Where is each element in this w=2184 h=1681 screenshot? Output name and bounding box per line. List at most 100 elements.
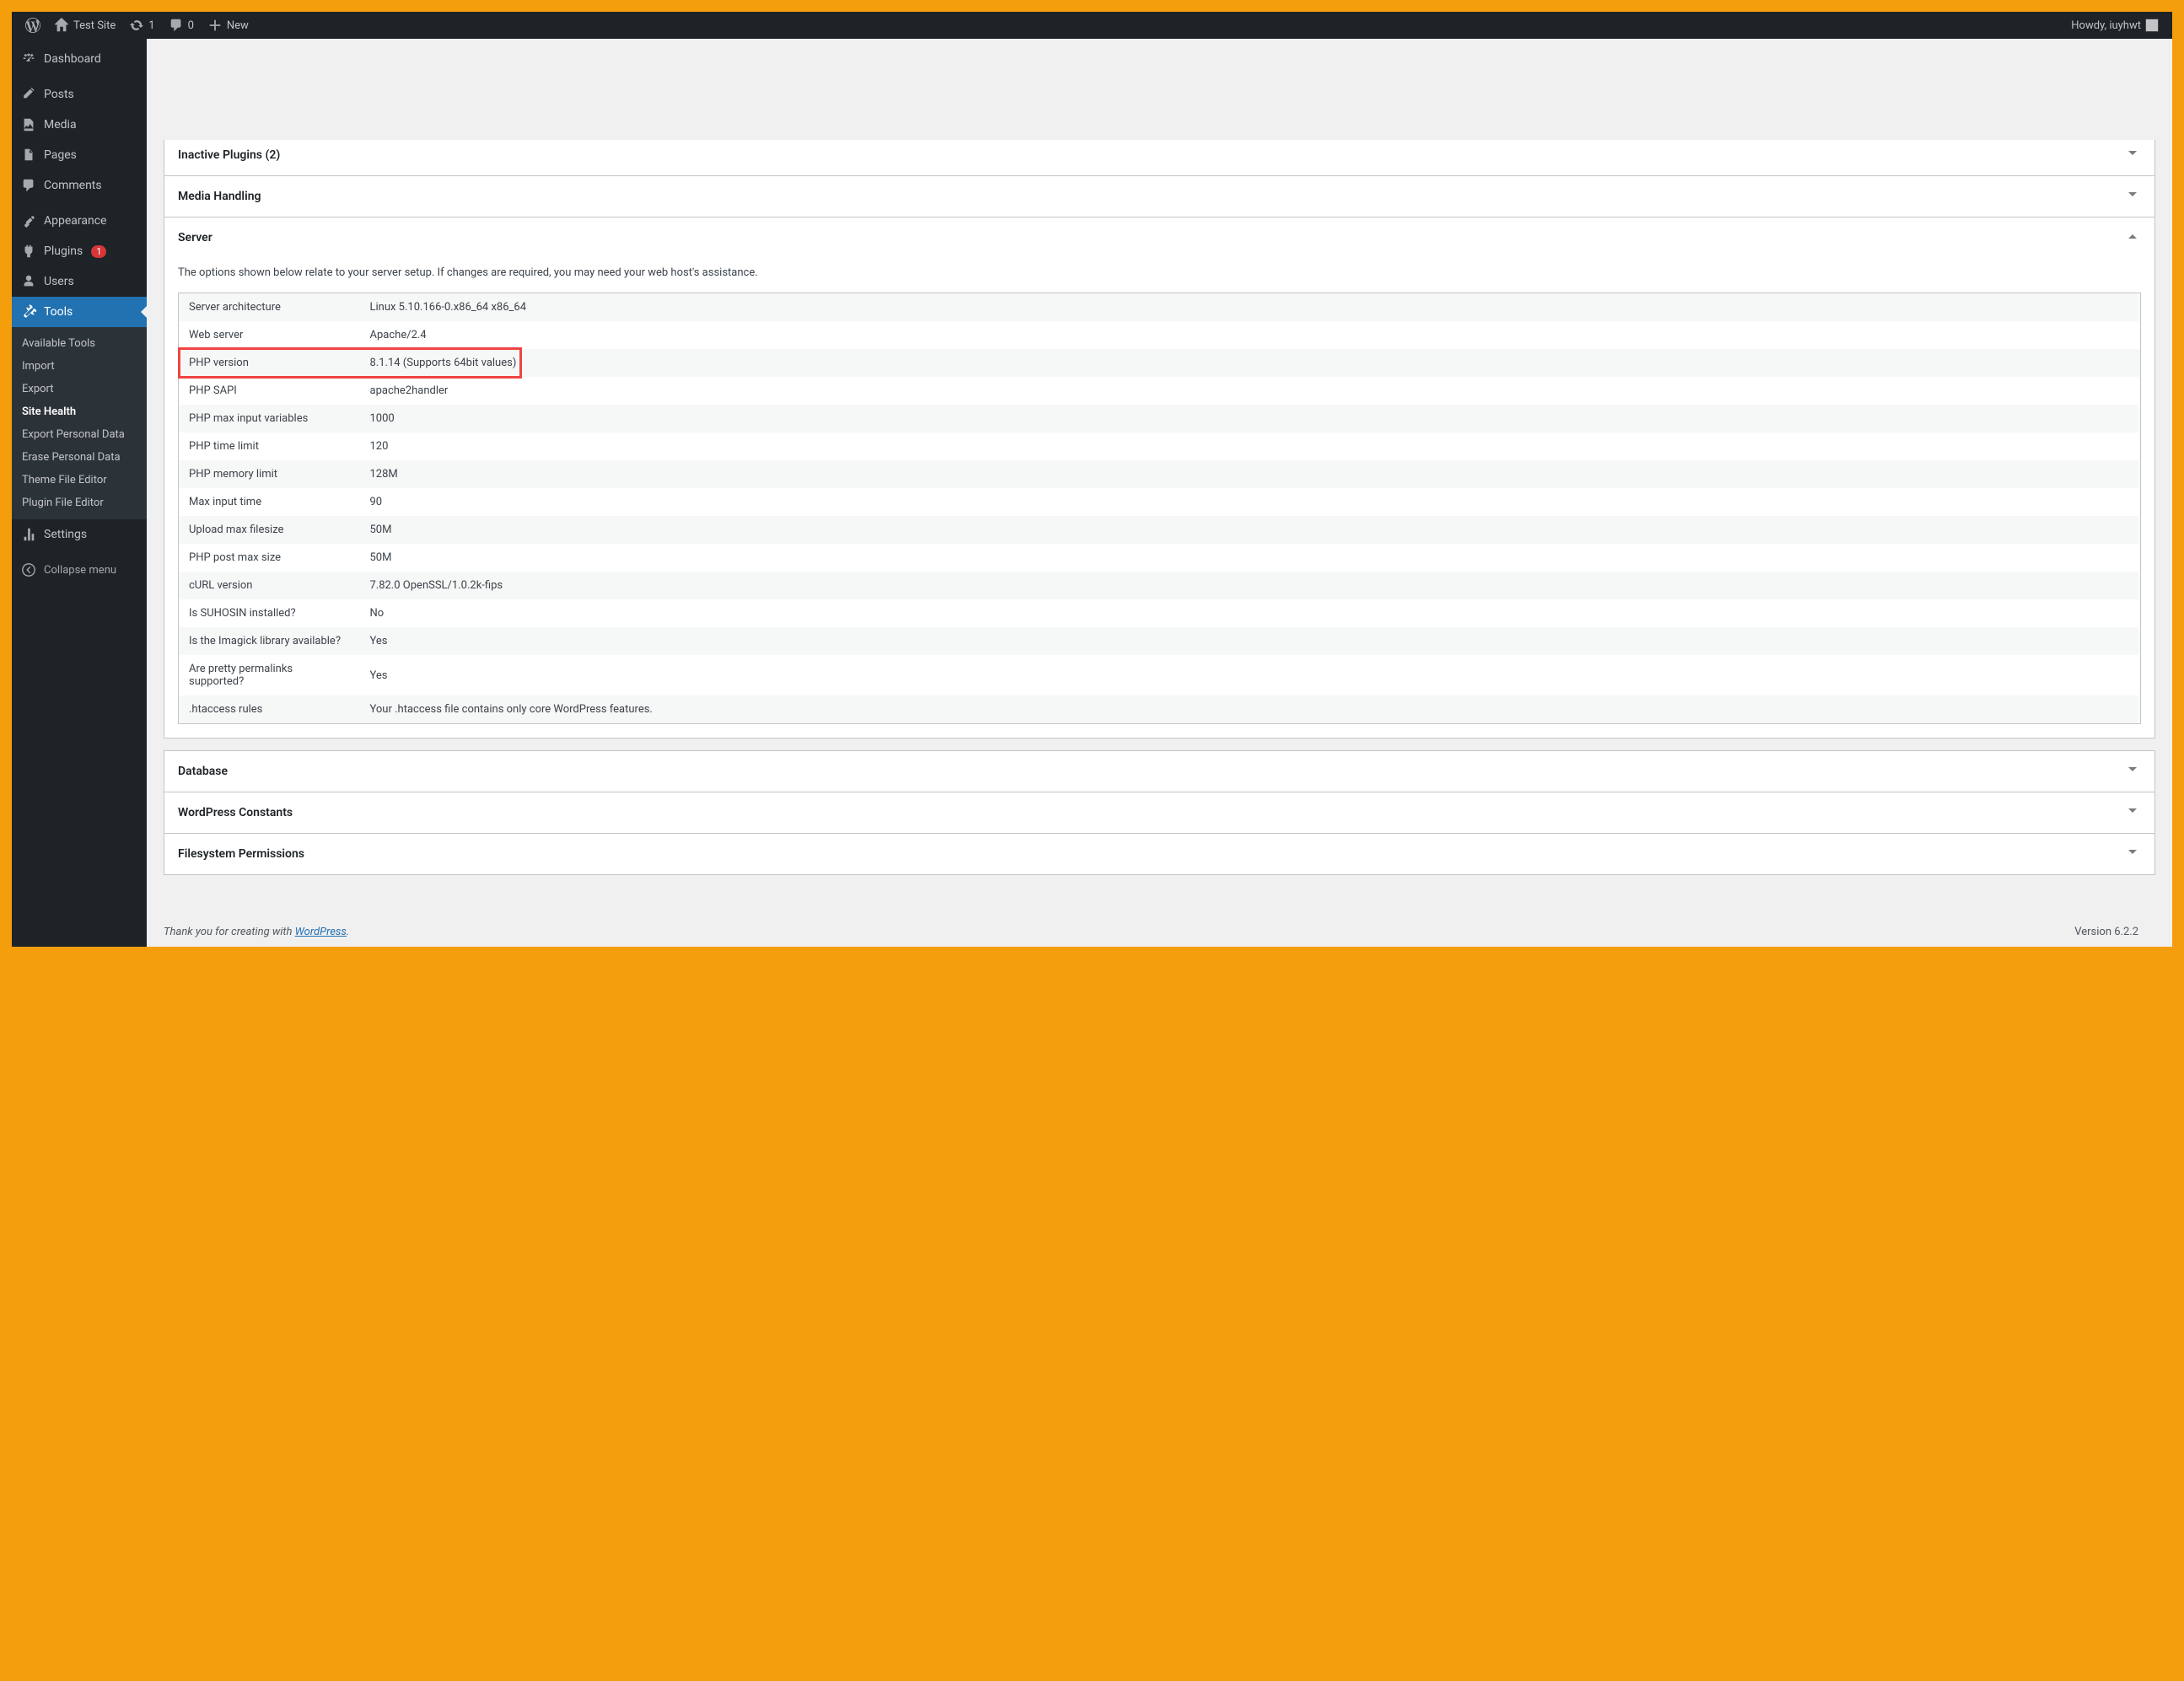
subitem-site-health[interactable]: Site Health: [12, 400, 147, 423]
table-value: No: [360, 599, 2138, 627]
sidebar-item-tools[interactable]: Tools: [12, 297, 147, 327]
table-value: 8.1.14 (Supports 64bit values): [360, 349, 2138, 377]
plugins-badge: 1: [91, 245, 106, 258]
new-label: New: [227, 19, 249, 32]
table-row: PHP max input variables1000: [179, 405, 2141, 432]
table-row: Is SUHOSIN installed?No: [179, 599, 2141, 627]
table-value: Yes: [360, 655, 2138, 695]
subitem-export[interactable]: Export: [12, 378, 147, 400]
admin-bar: Test Site 1 0 New Howdy, iuyhwt: [12, 12, 2172, 39]
pages-icon: [20, 147, 37, 164]
table-key: Is SUHOSIN installed?: [179, 599, 360, 627]
table-key: cURL version: [179, 572, 360, 599]
sidebar-item-appearance[interactable]: Appearance: [12, 206, 147, 236]
table-row: .htaccess rulesYour .htaccess file conta…: [179, 695, 2141, 724]
subitem-available-tools[interactable]: Available Tools: [12, 332, 147, 355]
table-value: Linux 5.10.166-0.x86_64 x86_64: [360, 293, 2138, 322]
table-row: PHP SAPIapache2handler: [179, 377, 2141, 405]
dashboard-icon: [20, 51, 37, 67]
comments-menu-icon: [20, 177, 37, 194]
avatar: [2145, 19, 2159, 32]
wordpress-icon: [25, 18, 40, 33]
sidebar-item-pages[interactable]: Pages: [12, 140, 147, 170]
tools-submenu: Available Tools Import Export Site Healt…: [12, 327, 147, 519]
sidebar-item-plugins[interactable]: Plugins 1: [12, 236, 147, 266]
table-row: Server architectureLinux 5.10.166-0.x86_…: [179, 293, 2141, 322]
howdy-text: Howdy, iuyhwt: [2071, 19, 2141, 32]
table-key: Server architecture: [179, 293, 360, 322]
my-account-link[interactable]: Howdy, iuyhwt: [2064, 12, 2165, 39]
table-value: Your .htaccess file contains only core W…: [360, 695, 2138, 724]
media-icon: [20, 116, 37, 133]
plus-icon: [207, 18, 223, 33]
sidebar-item-settings[interactable]: Settings: [12, 519, 147, 550]
chevron-down-icon: [2124, 803, 2141, 823]
section-wp-constants[interactable]: WordPress Constants: [164, 792, 2154, 833]
section-database[interactable]: Database: [164, 751, 2154, 792]
table-value: 7.82.0 OpenSSL/1.0.2k-fips: [360, 572, 2138, 599]
users-icon: [20, 273, 37, 290]
table-row: PHP memory limit128M: [179, 460, 2141, 488]
comments-count: 0: [188, 19, 194, 32]
server-info-table: Server architectureLinux 5.10.166-0.x86_…: [178, 293, 2141, 724]
wp-logo-menu[interactable]: [19, 12, 47, 39]
table-key: PHP max input variables: [179, 405, 360, 432]
table-row: Web serverApache/2.4: [179, 321, 2141, 349]
sidebar-item-dashboard[interactable]: Dashboard: [12, 44, 147, 74]
comment-icon: [169, 18, 184, 33]
table-row: Upload max filesize50M: [179, 516, 2141, 544]
chevron-down-icon: [2124, 186, 2141, 207]
section-inactive-plugins[interactable]: Inactive Plugins (2): [164, 140, 2154, 175]
section-media-handling[interactable]: Media Handling: [164, 176, 2154, 217]
subitem-import[interactable]: Import: [12, 355, 147, 378]
table-value: 90: [360, 488, 2138, 516]
table-row: PHP version8.1.14 (Supports 64bit values…: [179, 349, 2141, 377]
table-row: Are pretty permalinks supported?Yes: [179, 655, 2141, 695]
site-name-link[interactable]: Test Site: [47, 12, 122, 39]
wordpress-link[interactable]: WordPress: [295, 926, 347, 938]
appearance-icon: [20, 212, 37, 229]
subitem-plugin-file-editor[interactable]: Plugin File Editor: [12, 491, 147, 514]
sidebar-item-media[interactable]: Media: [12, 110, 147, 140]
tools-icon: [20, 303, 37, 320]
chevron-up-icon: [2124, 228, 2141, 248]
subitem-erase-personal-data[interactable]: Erase Personal Data: [12, 446, 147, 469]
table-value: 50M: [360, 516, 2138, 544]
table-key: .htaccess rules: [179, 695, 360, 724]
chevron-down-icon: [2124, 145, 2141, 165]
updates-count: 1: [148, 19, 154, 32]
sidebar-item-posts[interactable]: Posts: [12, 79, 147, 110]
table-key: Max input time: [179, 488, 360, 516]
table-key: Are pretty permalinks supported?: [179, 655, 360, 695]
subitem-theme-file-editor[interactable]: Theme File Editor: [12, 469, 147, 491]
section-filesystem-permissions[interactable]: Filesystem Permissions: [164, 834, 2154, 874]
table-row: Max input time90: [179, 488, 2141, 516]
comments-link[interactable]: 0: [162, 12, 201, 39]
chevron-down-icon: [2124, 761, 2141, 781]
content-area: Inactive Plugins (2) Media Handling Serv…: [147, 39, 2172, 947]
table-row: cURL version7.82.0 OpenSSL/1.0.2k-fips: [179, 572, 2141, 599]
sidebar-item-comments[interactable]: Comments: [12, 170, 147, 201]
table-value: apache2handler: [360, 377, 2138, 405]
table-key: PHP SAPI: [179, 377, 360, 405]
new-content-link[interactable]: New: [201, 12, 256, 39]
table-value: Yes: [360, 627, 2138, 655]
chevron-down-icon: [2124, 844, 2141, 864]
site-title: Test Site: [73, 19, 116, 32]
posts-icon: [20, 86, 37, 103]
table-key: PHP version: [179, 349, 360, 377]
sidebar-item-users[interactable]: Users: [12, 266, 147, 297]
section-server[interactable]: Server: [164, 218, 2154, 258]
subitem-export-personal-data[interactable]: Export Personal Data: [12, 423, 147, 446]
collapse-icon: [20, 561, 37, 578]
server-description: The options shown below relate to your s…: [178, 266, 2141, 279]
updates-link[interactable]: 1: [122, 12, 161, 39]
table-value: 120: [360, 432, 2138, 460]
table-row: PHP time limit120: [179, 432, 2141, 460]
table-key: PHP memory limit: [179, 460, 360, 488]
collapse-menu-button[interactable]: Collapse menu: [12, 555, 147, 585]
home-icon: [54, 18, 69, 33]
table-row: Is the Imagick library available?Yes: [179, 627, 2141, 655]
admin-sidebar: Dashboard Posts Media Pages Comments App…: [12, 39, 147, 947]
table-row: PHP post max size50M: [179, 544, 2141, 572]
